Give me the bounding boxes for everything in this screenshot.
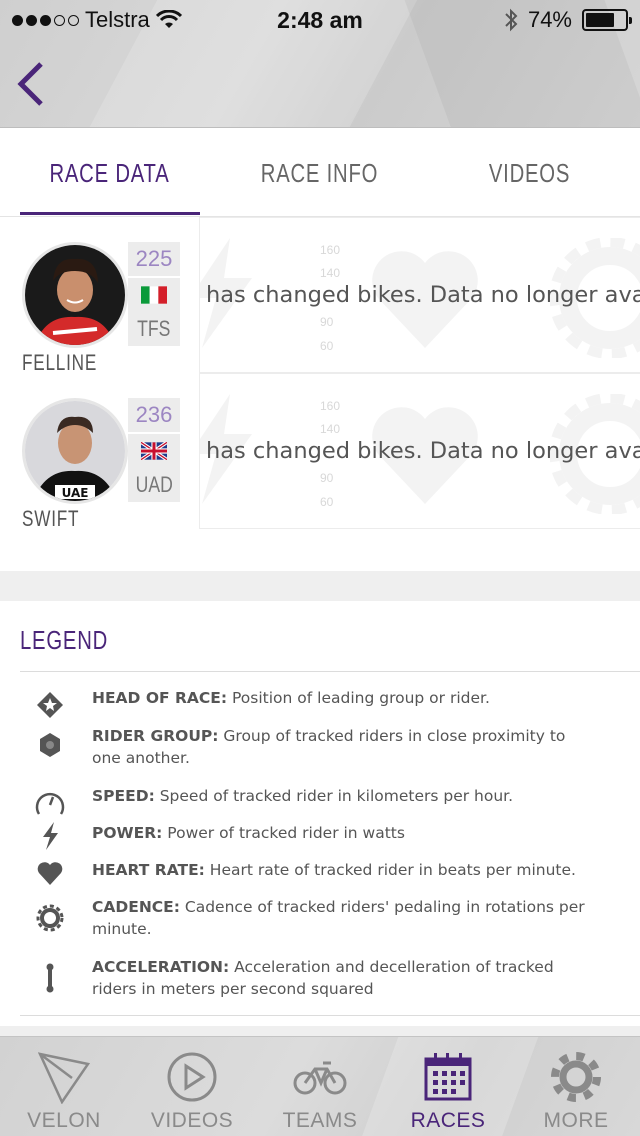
head-of-race-icon	[32, 687, 68, 723]
bluetooth-icon	[505, 8, 518, 32]
tick-label: 160	[320, 243, 341, 257]
tabbar-label: RACES	[410, 1109, 486, 1132]
segment-tabs: RACE DATA RACE INFO VIDEOS	[0, 129, 640, 217]
tabbar-item-races[interactable]: RACES	[384, 1037, 512, 1136]
rider-data-panel: 160 140 90 60 has changed bikes. Data no…	[199, 373, 640, 529]
tabbar-item-videos[interactable]: VIDEOS	[128, 1037, 256, 1136]
power-icon	[32, 818, 68, 854]
legend-desc: Position of leading group or rider.	[227, 689, 490, 707]
team-code: UAD	[135, 472, 173, 497]
legend-title: LEGEND	[20, 625, 109, 655]
battery-percent: 74%	[527, 7, 572, 32]
avatar	[22, 242, 128, 348]
cadence-icon	[32, 900, 68, 936]
chevron-left-icon	[17, 62, 43, 106]
flag-uk-icon	[128, 434, 180, 468]
tick-label: 60	[320, 495, 334, 509]
legend-term: ACCELERATION:	[92, 958, 230, 976]
tab-videos[interactable]: VIDEOS	[446, 129, 612, 217]
bicycle-icon	[256, 1047, 384, 1107]
tabbar-item-teams[interactable]: TEAMS	[256, 1037, 384, 1136]
rider-group-icon	[32, 727, 68, 763]
rider-number: 225	[128, 242, 180, 276]
divider	[20, 1015, 640, 1016]
data-unavailable-message: has changed bikes. Data no longer availa…	[206, 282, 640, 308]
heart-rate-icon	[32, 855, 68, 891]
rider-data-panel: 160 140 90 60 has changed bikes. Data no…	[199, 217, 640, 373]
rider-list: 225 TFS FELLINE 160 140 90 60 has change…	[0, 217, 640, 571]
tick-label: 60	[320, 339, 334, 353]
rider-number: 236	[128, 398, 180, 432]
rider-row[interactable]: UAE 236 UAD SWIFT 160 140 90 60 has chan…	[0, 373, 640, 531]
tabbar-label: TEAMS	[282, 1109, 358, 1132]
team-code: TFS	[137, 316, 171, 341]
acceleration-icon	[32, 960, 68, 996]
legend-term: RIDER GROUP:	[92, 727, 219, 745]
legend-term: POWER:	[92, 824, 163, 842]
gear-icon	[512, 1047, 640, 1107]
avatar: UAE	[22, 398, 128, 504]
legend-term: HEART RATE:	[92, 861, 205, 879]
velon-logo-icon	[0, 1047, 128, 1107]
svg-text:UAE: UAE	[62, 486, 89, 500]
bottom-tab-bar: VELON VIDEOS TEAMS RACES MORE	[0, 1036, 640, 1136]
divider	[20, 671, 640, 672]
tick-label: 140	[320, 422, 341, 436]
legend-desc: Speed of tracked rider in kilometers per…	[154, 787, 514, 805]
section-separator	[0, 571, 640, 601]
calendar-icon	[384, 1047, 512, 1107]
tabbar-item-velon[interactable]: VELON	[0, 1037, 128, 1136]
tabbar-label: VIDEOS	[150, 1109, 234, 1132]
legend-section: LEGEND HEAD OF RACE: Position of leading…	[0, 601, 640, 1037]
status-bar: Telstra 2:48 am 74%	[0, 0, 640, 40]
flag-italy-icon	[128, 278, 180, 312]
rider-row[interactable]: 225 TFS FELLINE 160 140 90 60 has change…	[0, 217, 640, 375]
back-button[interactable]	[10, 56, 50, 112]
battery-icon	[582, 9, 632, 31]
tick-label: 90	[320, 471, 334, 485]
legend-desc: Power of tracked rider in watts	[162, 824, 405, 842]
tab-race-info[interactable]: RACE INFO	[236, 129, 402, 217]
play-icon	[128, 1047, 256, 1107]
active-tab-indicator	[20, 212, 200, 215]
tabbar-item-more[interactable]: MORE	[512, 1037, 640, 1136]
tabbar-label: VELON	[27, 1109, 101, 1132]
speed-icon	[32, 785, 68, 821]
legend-desc: Heart rate of tracked rider in beats per…	[204, 861, 576, 879]
rider-name: SWIFT	[22, 506, 80, 531]
tick-label: 140	[320, 266, 341, 280]
tab-race-data[interactable]: RACE DATA	[26, 129, 192, 217]
legend-term: SPEED:	[92, 787, 155, 805]
tick-label: 160	[320, 399, 341, 413]
data-unavailable-message: has changed bikes. Data no longer availa…	[206, 438, 640, 464]
legend-term: CADENCE:	[92, 898, 180, 916]
tabbar-label: MORE	[543, 1109, 609, 1132]
legend-term: HEAD OF RACE:	[92, 689, 228, 707]
tick-label: 90	[320, 315, 334, 329]
header-bar: Telstra 2:48 am 74%	[0, 0, 640, 128]
